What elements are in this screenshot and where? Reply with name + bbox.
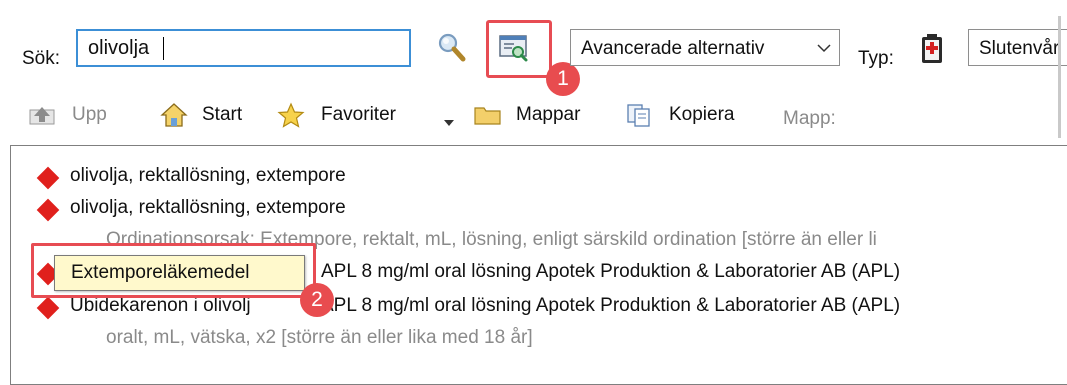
type-value: Slutenvår: [979, 38, 1060, 59]
list-item-detail: oralt, mL, vätska, x2 [större än eller l…: [106, 327, 533, 348]
favorites-dropdown-arrow[interactable]: [444, 113, 454, 131]
advanced-options-value: Avancerade alternativ: [581, 38, 765, 59]
list-item[interactable]: olivolja, rektallösning, extempore: [70, 165, 346, 187]
folders-label: Mappar: [516, 104, 581, 125]
start-label: Start: [202, 104, 243, 125]
folder-path-label: Mapp:: [783, 108, 836, 129]
chevron-down-icon: [817, 44, 831, 53]
search-input[interactable]: [76, 29, 411, 67]
list-item[interactable]: olivolja, rektallösning, extempore: [70, 197, 346, 219]
medicine-type-icon: [922, 34, 942, 63]
up-label: Upp: [72, 104, 107, 125]
caret-down-icon: [444, 120, 454, 126]
annotation-badge-1: 1: [546, 62, 580, 96]
copy-icon: [627, 104, 650, 127]
folder-icon: [474, 107, 501, 125]
list-item-prefix[interactable]: Ubidekarenon i olivolj: [70, 295, 251, 317]
favorites-label: Favoriter: [321, 104, 396, 125]
highlight-box-2: [31, 243, 316, 298]
home-icon: [160, 103, 188, 127]
list-item[interactable]: APL 8 mg/ml oral lösning Apotek Produkti…: [321, 295, 900, 317]
type-dropdown[interactable]: Slutenvår: [968, 29, 1067, 66]
highlight-box-1: [486, 20, 552, 78]
annotation-badge-2: 2: [300, 283, 334, 317]
type-label: Typ:: [858, 48, 894, 69]
advanced-options-dropdown[interactable]: Avancerade alternativ: [570, 29, 840, 66]
panel-edge: [1058, 16, 1061, 138]
search-label: Sök:: [22, 48, 61, 69]
list-item[interactable]: APL 8 mg/ml oral lösning Apotek Produkti…: [321, 261, 900, 283]
text-caret: [163, 37, 164, 60]
magnifier-icon: [438, 33, 466, 62]
copy-label: Kopiera: [669, 104, 735, 125]
up-arrow-icon: [29, 107, 55, 125]
search-button[interactable]: [432, 28, 472, 68]
star-icon: [277, 102, 305, 128]
type-icon-container: [918, 33, 946, 65]
